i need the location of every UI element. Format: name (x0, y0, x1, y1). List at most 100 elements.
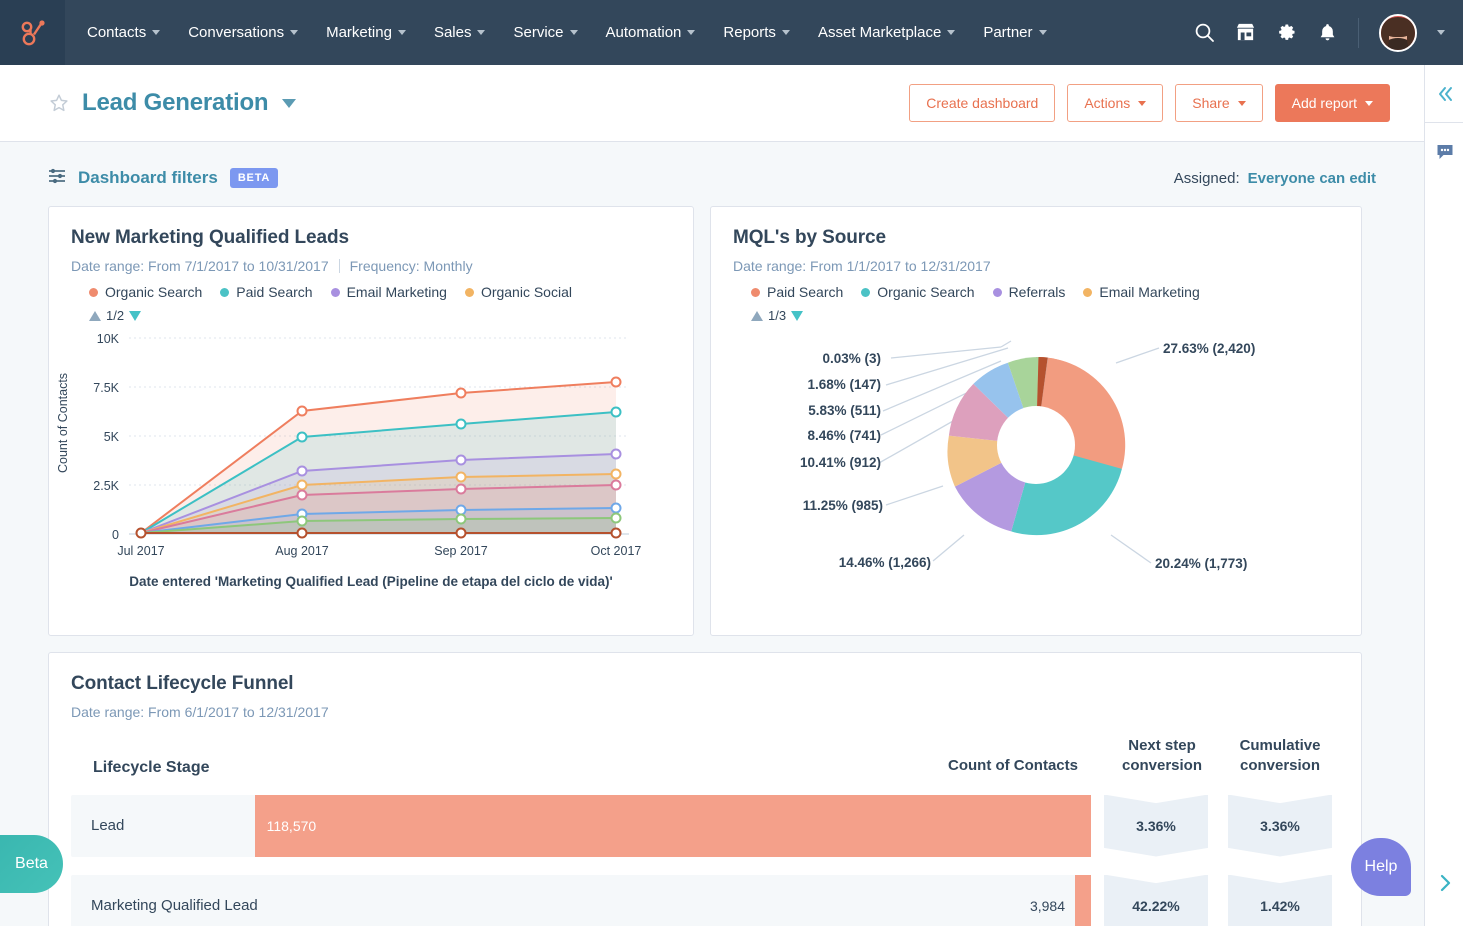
nav-item-label: Asset Marketplace (818, 24, 941, 41)
donut-chart: 0.03% (3) 1.68% (147) 5.83% (511) 8.46% … (711, 323, 1361, 603)
nav-item-service[interactable]: Service (499, 0, 591, 65)
beta-badge: BETA (230, 168, 278, 188)
card-b-header: MQL's by Source Date range: From 1/1/201… (711, 207, 1361, 323)
legend-page-down-icon[interactable] (791, 311, 803, 321)
favorite-star-icon[interactable] (48, 92, 70, 114)
nav-item-label: Marketing (326, 24, 392, 41)
legend-item-organic-social[interactable]: Organic Social (465, 284, 572, 300)
actions-button[interactable]: Actions (1067, 84, 1163, 122)
svg-text:2.5K: 2.5K (93, 479, 119, 493)
assigned-label: Assigned: (1174, 170, 1240, 187)
funnel-bar-track: Lead 118,570 (71, 795, 1091, 857)
donut-chart-svg: 0.03% (3) 1.68% (147) 5.83% (511) 8.46% … (711, 323, 1351, 598)
legend-label: Organic Search (877, 284, 974, 300)
legend-label: Paid Search (236, 284, 312, 300)
avatar-image (1383, 17, 1413, 37)
card-b-legend: Paid Search Organic Search Referrals (733, 284, 1339, 300)
add-report-button[interactable]: Add report (1275, 84, 1390, 122)
marketplace-icon[interactable] (1235, 22, 1256, 43)
nav-item-sales[interactable]: Sales (420, 0, 500, 65)
subtitle-divider (339, 259, 340, 273)
nav-item-label: Sales (434, 24, 472, 41)
chevron-down-icon (687, 30, 695, 35)
chevron-right-icon (1435, 872, 1455, 894)
nav-item-asset-marketplace[interactable]: Asset Marketplace (804, 0, 969, 65)
legend-label: Referrals (1009, 284, 1066, 300)
account-chevron-down-icon[interactable] (1437, 30, 1445, 35)
legend-label: Email Marketing (347, 284, 447, 300)
nav-item-automation[interactable]: Automation (592, 0, 710, 65)
legend-page-down-icon[interactable] (129, 311, 141, 321)
legend-label: Email Marketing (1099, 284, 1199, 300)
share-button[interactable]: Share (1175, 84, 1262, 122)
x-tick-label: Oct 2017 (591, 544, 642, 558)
funnel-cumulative-cell: 1.42% (1221, 875, 1339, 926)
nav-utility-icons (1194, 0, 1463, 65)
expand-panel-button[interactable] (1425, 872, 1463, 894)
nav-item-marketing[interactable]: Marketing (312, 0, 420, 65)
funnel-next-step-cell: 42.22% (1097, 875, 1215, 926)
date-range-text: Date range: From 1/1/2017 to 12/31/2017 (733, 258, 991, 274)
chevron-badge: 42.22% (1104, 875, 1208, 926)
chevron-badge: 3.36% (1228, 795, 1332, 857)
right-sidebar-rail (1424, 65, 1463, 926)
help-button[interactable]: Help (1351, 838, 1411, 896)
donut-slices (947, 357, 1125, 535)
legend-page-up-icon[interactable] (751, 311, 763, 321)
hubspot-logo[interactable] (0, 0, 65, 65)
slice-label-10-41: 10.41% (912) (800, 455, 881, 470)
dashboard-filters-button[interactable]: Dashboard filters BETA (48, 167, 278, 190)
legend-label: Paid Search (767, 284, 843, 300)
legend-item-email-marketing[interactable]: Email Marketing (331, 284, 447, 300)
beta-feedback-button[interactable]: Beta (0, 835, 63, 893)
nav-item-conversations[interactable]: Conversations (174, 0, 312, 65)
x-tick-label: Jul 2017 (117, 544, 164, 558)
notifications-bell-icon[interactable] (1317, 22, 1338, 43)
page-title[interactable]: Lead Generation (82, 89, 268, 117)
chevron-down-icon (947, 30, 955, 35)
legend-label: Organic Search (105, 284, 202, 300)
card-title: New Marketing Qualified Leads (71, 227, 671, 249)
legend-item-referrals[interactable]: Referrals (993, 284, 1066, 300)
nav-item-reports[interactable]: Reports (709, 0, 804, 65)
assigned-block: Assigned: Everyone can edit (1174, 170, 1376, 187)
chat-panel-button[interactable] (1425, 123, 1463, 181)
funnel-cumulative-value: 3.36% (1260, 818, 1300, 834)
dashboard-switcher-chevron-down-icon[interactable] (282, 99, 296, 108)
create-dashboard-button[interactable]: Create dashboard (909, 84, 1055, 122)
slice-label-8-46: 8.46% (741) (807, 428, 881, 443)
table-row[interactable]: Marketing Qualified Lead 3,984 42.22% 1.… (71, 875, 1339, 926)
chevron-down-icon (477, 30, 485, 35)
nav-item-partner[interactable]: Partner (969, 0, 1060, 65)
table-row[interactable]: Lead 118,570 3.36% 3.36% (71, 795, 1339, 857)
primary-nav-items: Contacts Conversations Marketing Sales S… (65, 0, 1061, 65)
date-range-text: Date range: From 7/1/2017 to 10/31/2017 (71, 258, 329, 274)
filters-row: Dashboard filters BETA Assigned: Everyon… (48, 142, 1376, 200)
card-mqls-by-source: MQL's by Source Date range: From 1/1/201… (710, 206, 1362, 636)
avatar[interactable] (1379, 14, 1417, 52)
legend-item-paid-search[interactable]: Paid Search (220, 284, 312, 300)
legend-color-dot (220, 288, 229, 297)
legend-item-organic-search[interactable]: Organic Search (861, 284, 974, 300)
funnel-bar-value: 3,984 (1030, 898, 1065, 914)
settings-gear-icon[interactable] (1276, 22, 1297, 43)
legend-item-organic-search[interactable]: Organic Search (89, 284, 202, 300)
card-a-legend-pager: 1/2 (71, 308, 671, 323)
nav-item-label: Conversations (188, 24, 284, 41)
chevron-down-icon (398, 30, 406, 35)
legend-item-paid-search[interactable]: Paid Search (751, 284, 843, 300)
chevron-down-icon (1039, 30, 1047, 35)
nav-item-contacts[interactable]: Contacts (73, 0, 174, 65)
legend-page-indicator: 1/3 (768, 308, 786, 323)
slice-label-11-25: 11.25% (985) (803, 498, 883, 513)
card-new-marketing-qualified-leads: New Marketing Qualified Leads Date range… (48, 206, 694, 636)
slice-label-5-83: 5.83% (511) (808, 403, 881, 418)
collapse-panel-button[interactable] (1425, 65, 1463, 123)
funnel-bar-value: 118,570 (255, 818, 317, 834)
legend-page-up-icon[interactable] (89, 311, 101, 321)
assigned-value-link[interactable]: Everyone can edit (1248, 170, 1376, 187)
legend-label: Organic Social (481, 284, 572, 300)
beta-fab-label: Beta (15, 855, 48, 873)
legend-item-email-marketing[interactable]: Email Marketing (1083, 284, 1199, 300)
search-icon[interactable] (1194, 22, 1215, 43)
